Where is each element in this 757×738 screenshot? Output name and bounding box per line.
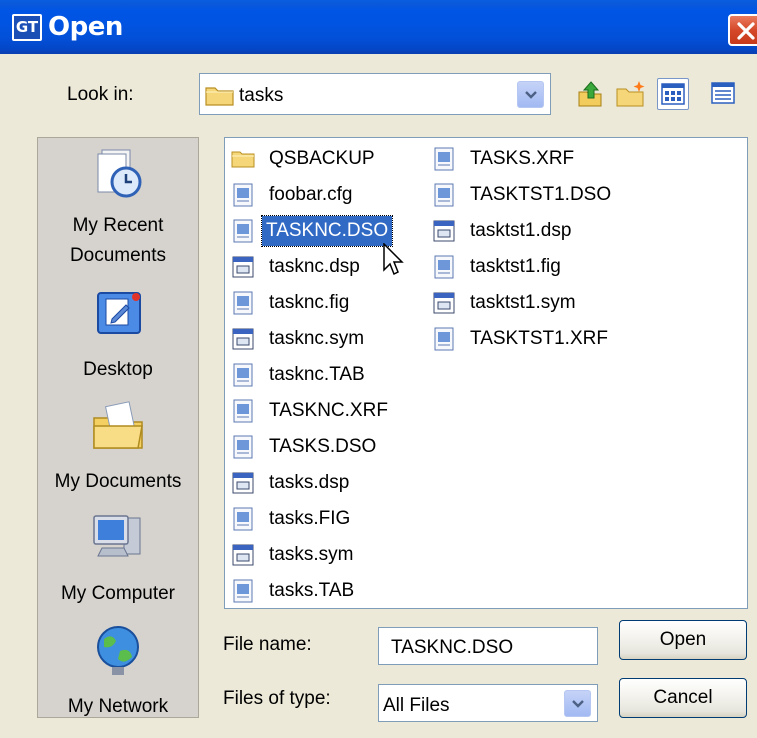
file-name-text: tasks.FIG [269,508,351,529]
place-label: My Network [67,696,169,717]
file-name-text: tasktst1.dsp [470,220,572,241]
recent-documents-icon [97,149,142,198]
file-name-text: TASKTST1.XRF [470,328,608,349]
mouse-cursor-icon [383,243,404,276]
place-label: Documents [69,245,167,266]
my-network-icon [97,626,139,675]
my-computer-icon [93,515,141,557]
file-name-input[interactable]: TASKNC.DSO [378,627,598,665]
place-label: My Recent [72,215,164,236]
look-in-value: tasks [239,85,284,106]
cancel-button[interactable]: Cancel [619,678,747,718]
window-file-icon [231,255,255,279]
files-of-type-label: Files of type: [223,688,331,709]
look-in-dropdown[interactable]: tasks [199,73,551,115]
window-file-icon [432,291,456,315]
document-file-icon [231,291,255,315]
document-file-icon [231,579,255,603]
place-label: Desktop [83,359,153,380]
file-name-text: tasktst1.fig [470,256,561,277]
document-file-icon [432,147,456,171]
close-button[interactable] [728,14,757,46]
details-view-icon [711,82,735,104]
folder-icon [231,147,255,171]
file-list[interactable]: QSBACKUP foobar.cfg TASKNC.DSO tasknc.dsp ta… [224,137,748,609]
file-name-text: foobar.cfg [269,184,353,205]
places-bar: My Recent Documents Desktop My Documents… [37,137,199,718]
file-name-text: tasknc.dsp [269,256,360,277]
document-file-icon [432,255,456,279]
file-name-text: tasks.dsp [269,472,350,493]
app-icon: GT [12,14,42,41]
document-file-icon [432,183,456,207]
window-file-icon [231,327,255,351]
file-name-text: TASKNC.XRF [269,400,388,421]
place-label: My Computer [60,583,176,604]
file-name-text: TASKNC.DSO [260,215,394,247]
file-name-text: tasknc.fig [269,292,350,313]
files-of-type-dropdown-button[interactable] [564,690,591,717]
new-folder-button[interactable] [615,78,647,110]
window-file-icon [231,543,255,567]
window-file-icon [231,471,255,495]
document-file-icon [231,435,255,459]
desktop-icon [97,292,141,334]
chevron-down-icon [525,91,537,99]
window-file-icon [432,219,456,243]
document-file-icon [231,219,255,243]
close-icon [737,22,755,40]
file-name-text: tasktst1.sym [470,292,576,313]
file-name-text: tasks.sym [269,544,354,565]
file-name-text: tasknc.sym [269,328,365,349]
file-name-text: TASKS.DSO [269,436,377,457]
file-name-text: TASKS.XRF [470,148,575,169]
title-bar[interactable]: GT Open [0,0,757,54]
document-file-icon [231,363,255,387]
document-file-icon [231,507,255,531]
file-name-text: TASKTST1.DSO [470,184,612,205]
up-one-level-button[interactable] [575,78,607,110]
place-label: My Documents [54,471,182,492]
file-name-label: File name: [223,634,312,655]
details-view-button[interactable] [708,78,740,110]
look-in-label: Look in: [67,84,134,105]
my-documents-icon [93,401,143,449]
list-view-button[interactable] [657,78,689,110]
file-name-text: tasks.TAB [269,580,355,601]
files-of-type-dropdown[interactable]: All Files [378,684,598,722]
look-in-dropdown-button[interactable] [517,81,544,108]
folder-icon [205,87,234,106]
new-folder-icon [616,81,645,107]
list-view-icon [661,83,685,105]
chevron-down-icon [572,700,584,708]
window-title: Open [48,12,123,42]
file-name-text: tasknc.TAB [269,364,365,385]
document-file-icon [231,183,255,207]
up-folder-icon [578,81,602,107]
file-name-text: QSBACKUP [269,148,375,169]
files-of-type-value: All Files [383,695,450,716]
open-button[interactable]: Open [619,620,747,660]
document-file-icon [231,399,255,423]
document-file-icon [432,327,456,351]
